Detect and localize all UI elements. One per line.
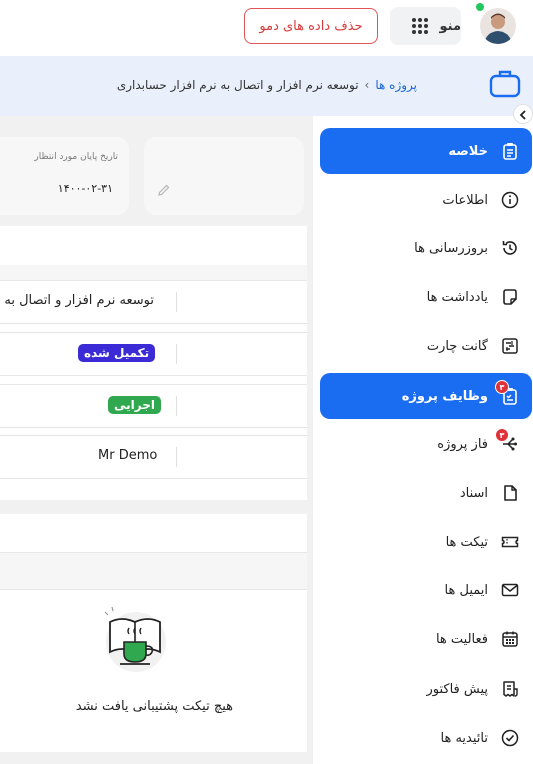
no-tickets-message: هیچ تیکت پشتیبانی یافت نشد <box>75 699 233 714</box>
sidebar-item-label: پیش فاکتور <box>426 681 488 697</box>
phase-icon: ۳ <box>495 428 520 454</box>
note-icon <box>500 287 520 307</box>
coffee-book-icon <box>102 604 168 680</box>
sidebar-item-updates[interactable]: بروزرسانی ها <box>320 225 532 271</box>
status-badge: تکمیل شده <box>78 344 156 362</box>
sidebar-item-label: وظایف پروژه <box>401 388 488 404</box>
sidebar-item-approvals[interactable]: تائیدیه ها <box>320 715 532 761</box>
tasks-icon: ۳ <box>495 380 520 406</box>
owner-value: Mr Demo <box>98 448 158 463</box>
tasks-count-badge: ۳ <box>495 380 509 394</box>
sidebar-item-label: تیکت ها <box>445 534 488 550</box>
sidebar-item-notes[interactable]: یادداشت ها <box>320 274 532 320</box>
check-icon <box>500 728 520 748</box>
sidebar-item-emails[interactable]: ایمیل ها <box>320 567 532 613</box>
progress-card <box>144 137 304 215</box>
row-divider <box>176 396 177 416</box>
info-icon <box>500 190 520 210</box>
sidebar-item-label: فاز پروژه <box>437 436 488 452</box>
sidebar-item-activities[interactable]: فعالیت ها <box>320 616 532 662</box>
phase-count-badge: ۳ <box>495 428 509 442</box>
chevron-left-icon <box>518 105 528 124</box>
sidebar-item-label: اسناد <box>459 485 488 501</box>
sidebar-item-label: گانت چارت <box>426 338 488 354</box>
briefcase-icon <box>488 66 522 100</box>
sidebar-item-documents[interactable]: اسناد <box>320 470 532 516</box>
pencil-icon[interactable] <box>157 182 171 201</box>
phase-badge: اجرایی <box>108 396 161 414</box>
details-spacer <box>0 265 307 281</box>
online-status-dot <box>476 3 484 11</box>
sidebar-item-project-phase[interactable]: فاز پروژه ۳ <box>320 421 532 467</box>
row-divider <box>176 292 177 312</box>
sidebar-item-label: فعالیت ها <box>435 631 488 647</box>
sidebar-item-label: یادداشت ها <box>426 289 488 305</box>
mail-icon <box>500 580 520 600</box>
clipboard-icon <box>500 141 520 161</box>
breadcrumb-separator: › <box>364 78 370 92</box>
breadcrumb-current: توسعه نرم افزار و اتصال به نرم افزار حسا… <box>116 78 359 92</box>
expected-end-card <box>0 137 129 215</box>
tickets-header-row <box>0 552 307 590</box>
file-icon <box>500 483 520 503</box>
sidebar-item-label: خلاصه <box>448 143 488 159</box>
collapse-sidebar-button[interactable] <box>513 104 533 124</box>
row-divider <box>176 447 177 467</box>
row-divider <box>176 344 177 364</box>
sidebar-item-project-tasks[interactable]: وظایف پروژه ۳ <box>320 373 532 419</box>
sidebar-item-tickets[interactable]: تیکت ها <box>320 519 532 565</box>
sidebar-item-proforma[interactable]: پیش فاکتور <box>320 666 532 712</box>
grid-icon <box>410 16 430 36</box>
sidebar-item-label: بروزرسانی ها <box>414 240 488 256</box>
calendar-icon <box>500 629 520 649</box>
expected-end-date: ۱۴۰۰-۰۲-۳۱ <box>57 182 113 195</box>
sidebar-item-info[interactable]: اطلاعات <box>320 177 532 223</box>
apps-menu-button[interactable]: منو <box>390 7 461 45</box>
project-name-value: توسعه نرم افزار و اتصال به <box>4 293 154 308</box>
sidebar-item-label: تائیدیه ها <box>440 730 488 746</box>
history-icon <box>500 238 520 258</box>
gantt-icon <box>500 336 520 356</box>
sidebar-item-label: اطلاعات <box>442 192 488 208</box>
apps-menu-label: منو <box>439 18 461 34</box>
delete-demo-data-button[interactable]: حذف داده های دمو <box>244 8 378 44</box>
ticket-icon <box>500 532 520 552</box>
breadcrumb: پروژه ها › توسعه نرم افزار و اتصال به نر… <box>117 78 417 92</box>
sidebar-item-gantt[interactable]: گانت چارت <box>320 323 532 369</box>
invoice-icon <box>500 679 520 699</box>
avatar[interactable] <box>480 8 516 44</box>
sidebar-item-summary[interactable]: خلاصه <box>320 128 532 174</box>
breadcrumb-root-link[interactable]: پروژه ها <box>375 78 417 92</box>
expected-end-label: تاریخ پایان مورد انتظار <box>34 152 118 162</box>
sidebar-item-label: ایمیل ها <box>444 582 488 598</box>
